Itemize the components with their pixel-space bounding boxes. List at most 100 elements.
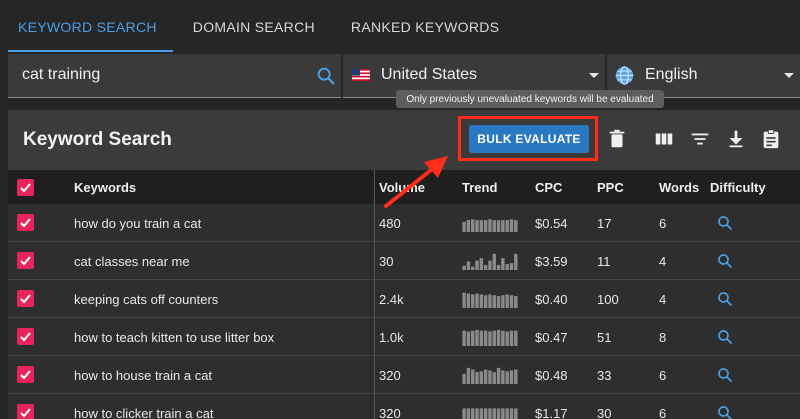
- trend-bar: [501, 370, 505, 384]
- trend-bar: [471, 266, 475, 270]
- magnifier-icon[interactable]: [716, 404, 734, 419]
- keyword-cell: keeping cats off counters: [74, 292, 219, 307]
- col-trend[interactable]: Trend: [462, 180, 497, 195]
- search-input[interactable]: [22, 66, 312, 84]
- trend-bar: [492, 220, 496, 232]
- trend-bar: [466, 367, 471, 384]
- keyword-cell: how to clicker train a cat: [74, 406, 214, 419]
- tab-bar: KEYWORD SEARCH DOMAIN SEARCH RANKED KEYW…: [0, 0, 800, 54]
- trend-bar: [462, 408, 466, 419]
- volume-cell: 30: [379, 254, 394, 269]
- trend-bar: [462, 292, 466, 308]
- magnifier-icon[interactable]: [716, 328, 734, 346]
- col-cpc[interactable]: CPC: [535, 180, 562, 195]
- magnifier-icon[interactable]: [716, 366, 734, 384]
- select-all-checkbox[interactable]: [17, 179, 34, 196]
- trend-bar: [466, 220, 471, 232]
- chevron-down-icon: [589, 73, 599, 78]
- globe-icon: [615, 66, 634, 85]
- magnifier-icon[interactable]: [716, 290, 734, 308]
- trend-bar: [462, 221, 466, 232]
- trend-bar: [475, 408, 479, 419]
- cpc-cell: $0.48: [535, 368, 568, 383]
- row-checkbox[interactable]: [17, 404, 34, 419]
- col-words[interactable]: Words: [659, 180, 699, 195]
- table-row[interactable]: how to clicker train a cat 320 $1.17 30 6: [8, 394, 800, 419]
- row-checkbox[interactable]: [17, 366, 34, 383]
- magnifier-icon[interactable]: [716, 214, 734, 232]
- volume-cell: 480: [379, 216, 401, 231]
- trend-bar: [483, 220, 488, 232]
- table-row[interactable]: keeping cats off counters 2.4k $0.40 100 4: [8, 280, 800, 318]
- filter-icon[interactable]: [689, 128, 711, 150]
- clipboard-icon[interactable]: [760, 128, 782, 150]
- trend-bar: [479, 294, 484, 308]
- row-checkbox[interactable]: [17, 252, 34, 269]
- trend-bar: [488, 331, 492, 346]
- trend-bar: [501, 220, 505, 232]
- trend-bar: [505, 294, 509, 308]
- col-volume[interactable]: Volume: [379, 180, 425, 195]
- trend-bar: [483, 264, 488, 270]
- trend-bar: [501, 258, 505, 270]
- ppc-cell: 17: [597, 216, 612, 231]
- trend-bar: [514, 253, 518, 270]
- tab-domain-search[interactable]: DOMAIN SEARCH: [175, 0, 333, 54]
- volume-cell: 320: [379, 406, 401, 419]
- page-title: Keyword Search: [23, 129, 172, 150]
- tooltip: Only previously unevaluated keywords wil…: [396, 90, 664, 108]
- trend-bar: [479, 258, 484, 270]
- trend-bar: [492, 330, 496, 346]
- download-icon[interactable]: [725, 128, 747, 150]
- magnifier-icon[interactable]: [716, 252, 734, 270]
- tab-keyword-search[interactable]: KEYWORD SEARCH: [0, 0, 175, 54]
- row-checkbox[interactable]: [17, 328, 34, 345]
- trend-bar: [509, 295, 514, 308]
- columns-icon[interactable]: [653, 128, 675, 150]
- trend-bar: [505, 408, 509, 419]
- trend-bar: [471, 219, 475, 232]
- ppc-cell: 11: [597, 254, 611, 269]
- trend-bar: [471, 330, 475, 346]
- tab-ranked-keywords[interactable]: RANKED KEYWORDS: [333, 0, 517, 54]
- table-row[interactable]: how to teach kitten to use litter box 1.0…: [8, 318, 800, 356]
- table-row[interactable]: how do you train a cat 480 $0.54 17 6: [8, 204, 800, 242]
- col-ppc[interactable]: PPC: [597, 180, 624, 195]
- trend-bar: [514, 330, 518, 346]
- trend-bar: [514, 408, 518, 419]
- cpc-cell: $1.17: [535, 406, 568, 419]
- row-checkbox[interactable]: [17, 214, 34, 231]
- cpc-cell: $3.59: [535, 254, 568, 269]
- trend-bar: [501, 408, 505, 419]
- keyword-cell: cat classes near me: [74, 254, 190, 269]
- ppc-cell: 33: [597, 368, 612, 383]
- keyword-panel: Keyword Search BULK EVALUATE Keywords Vo…: [8, 110, 800, 419]
- table-row[interactable]: how to house train a cat 320 $0.48 33 6: [8, 356, 800, 394]
- trend-sparkline: [462, 329, 518, 346]
- words-cell: 8: [659, 330, 667, 345]
- trend-sparkline: [462, 367, 518, 384]
- col-keywords[interactable]: Keywords: [74, 180, 136, 195]
- trend-bar: [471, 294, 475, 308]
- trend-bar: [509, 408, 514, 419]
- trend-bar: [466, 293, 471, 308]
- volume-cell: 1.0k: [379, 330, 404, 345]
- trend-bar: [492, 408, 496, 419]
- trend-sparkline: [462, 253, 518, 270]
- col-difficulty[interactable]: Difficulty: [710, 180, 766, 195]
- row-checkbox[interactable]: [17, 290, 34, 307]
- panel-header: Keyword Search BULK EVALUATE: [8, 110, 800, 170]
- trend-bar: [483, 408, 488, 419]
- trend-bar: [496, 329, 501, 346]
- trend-bar: [483, 369, 488, 384]
- cpc-cell: $0.54: [535, 216, 568, 231]
- trend-bar: [483, 295, 488, 308]
- trend-bar: [488, 294, 492, 308]
- search-icon[interactable]: [315, 65, 337, 87]
- trend-bar: [488, 260, 492, 270]
- trend-bar: [514, 296, 518, 308]
- trend-bar: [496, 408, 501, 419]
- bulk-evaluate-button[interactable]: BULK EVALUATE: [469, 125, 589, 153]
- table-row[interactable]: cat classes near me 30 $3.59 11 4: [8, 242, 800, 280]
- trash-icon[interactable]: [606, 128, 628, 150]
